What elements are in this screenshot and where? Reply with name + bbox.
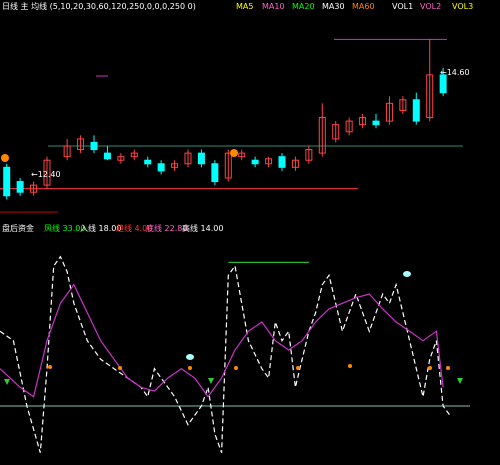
candle-body <box>16 181 24 193</box>
candle-body <box>211 163 219 183</box>
low-price-label: ←12.40 <box>31 170 61 179</box>
indicator-marker <box>428 366 432 370</box>
candle-body <box>278 156 286 168</box>
vol3-legend: VOL3 <box>452 2 474 11</box>
candle-body <box>90 141 98 151</box>
price-panel-title: 日线 主 均线 (5,10,20,30,60,120,250,0,0,0,250… <box>2 2 196 11</box>
candle-body <box>3 166 11 197</box>
indicator-marker <box>296 366 300 370</box>
indicator-marker <box>348 364 352 368</box>
ma60-legend: MA60 <box>352 2 375 11</box>
indicator-series-white <box>0 255 451 453</box>
high-price-label: ←14.60 <box>440 68 470 77</box>
indicator-marker <box>188 366 192 370</box>
price-marker <box>230 149 238 157</box>
candle-body <box>251 159 259 165</box>
candle-body <box>103 152 111 160</box>
ma5-legend: MA5 <box>236 2 254 11</box>
indicator-series-magenta <box>0 283 444 398</box>
indicator-marker <box>234 366 238 370</box>
ma20-legend: MA20 <box>292 2 315 11</box>
vol1-legend: VOL1 <box>392 2 414 11</box>
buy-arrow-icon <box>208 378 214 384</box>
chart-window: 日线 主 均线 (5,10,20,30,60,120,250,0,0,0,250… <box>0 0 500 465</box>
candle-body <box>412 99 420 122</box>
candle-body <box>144 159 152 165</box>
indicator-marker <box>118 366 122 370</box>
indicator-dot <box>186 354 194 360</box>
candle-body <box>157 163 165 172</box>
indicator-marker <box>446 366 450 370</box>
candle-body <box>372 120 380 126</box>
candle-body <box>197 152 205 165</box>
indicator-marker <box>48 365 52 369</box>
ma30-legend: MA30 <box>322 2 345 11</box>
indicator-title: 盘后资金 <box>2 224 34 233</box>
indicator-dot <box>403 271 411 277</box>
vol2-legend: VOL2 <box>420 2 442 11</box>
buy-arrow-icon <box>4 379 10 385</box>
price-marker <box>1 154 9 162</box>
ma10-legend: MA10 <box>262 2 285 11</box>
buy-arrow-icon <box>457 378 463 384</box>
indicator-item-5: 高线 14.00 <box>182 224 224 233</box>
